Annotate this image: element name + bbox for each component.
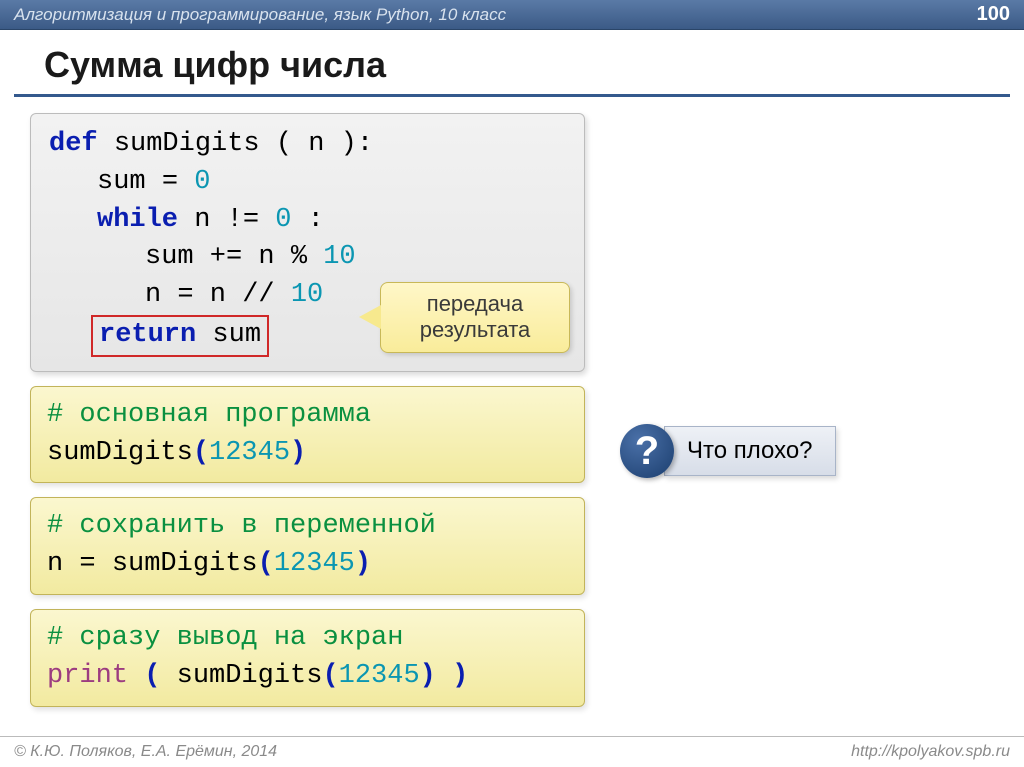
comment: # сразу вывод на экран (47, 620, 568, 658)
code-block-main: # основная программа sumDigits(12345) (30, 386, 585, 484)
paren: ( (193, 438, 209, 468)
number-literal: 0 (194, 167, 210, 197)
function-name: sumDigits (114, 129, 260, 159)
number-literal: 10 (323, 242, 355, 272)
code-block-function: def sumDigits ( n ): sum = 0 while n != … (30, 113, 585, 372)
function-call: sumDigits (47, 438, 193, 468)
number-literal: 10 (291, 280, 323, 310)
code-text: = (162, 167, 178, 197)
callout-line: передача (391, 291, 559, 317)
paren: ( (258, 549, 274, 579)
paren: ( (128, 661, 177, 691)
footer: © К.Ю. Поляков, Е.А. Ерёмин, 2014 http:/… (0, 736, 1024, 767)
callout-line: результата (391, 317, 559, 343)
number-literal: 12345 (274, 549, 355, 579)
question-mark-icon: ? (620, 424, 674, 478)
number-literal: 0 (275, 205, 291, 235)
page-title: Сумма цифр числа (14, 30, 1010, 97)
code-text: : (308, 205, 324, 235)
footer-url: http://kpolyakov.spb.ru (851, 743, 1010, 761)
question-area: ? Что плохо? (620, 424, 836, 478)
return-highlight-box: return sum (91, 315, 269, 357)
number-literal: 12345 (209, 438, 290, 468)
copyright: © К.Ю. Поляков, Е.А. Ерёмин, 2014 (14, 743, 277, 761)
print-call: print (47, 661, 128, 691)
paren: ) (420, 661, 436, 691)
breadcrumb: Алгоритмизация и программирование, язык … (14, 5, 506, 25)
function-call: sumDigits (177, 661, 323, 691)
code-text: n = (47, 549, 112, 579)
comment: # сохранить в переменной (47, 508, 568, 546)
callout-result: передача результата (380, 282, 570, 353)
paren: ) (355, 549, 371, 579)
page-number: 100 (977, 3, 1010, 26)
paren: ) (436, 661, 468, 691)
keyword-return: return (99, 320, 196, 350)
code-block-print: # сразу вывод на экран print ( sumDigits… (30, 609, 585, 707)
paren: ) (290, 438, 306, 468)
comment: # основная программа (47, 397, 568, 435)
question-text: Что плохо? (664, 426, 836, 476)
return-value: sum (212, 320, 261, 350)
paren: ( (322, 661, 338, 691)
number-literal: 12345 (339, 661, 420, 691)
code-text: sum += n % (145, 242, 307, 272)
keyword-def: def (49, 129, 98, 159)
header-bar: Алгоритмизация и программирование, язык … (0, 0, 1024, 30)
code-text: sum (97, 167, 146, 197)
code-text: n = n // (145, 280, 275, 310)
code-text: n != (194, 205, 275, 235)
signature: ( n ): (276, 129, 373, 159)
keyword-while: while (97, 205, 178, 235)
function-call: sumDigits (112, 549, 258, 579)
code-block-assign: # сохранить в переменной n = sumDigits(1… (30, 497, 585, 595)
